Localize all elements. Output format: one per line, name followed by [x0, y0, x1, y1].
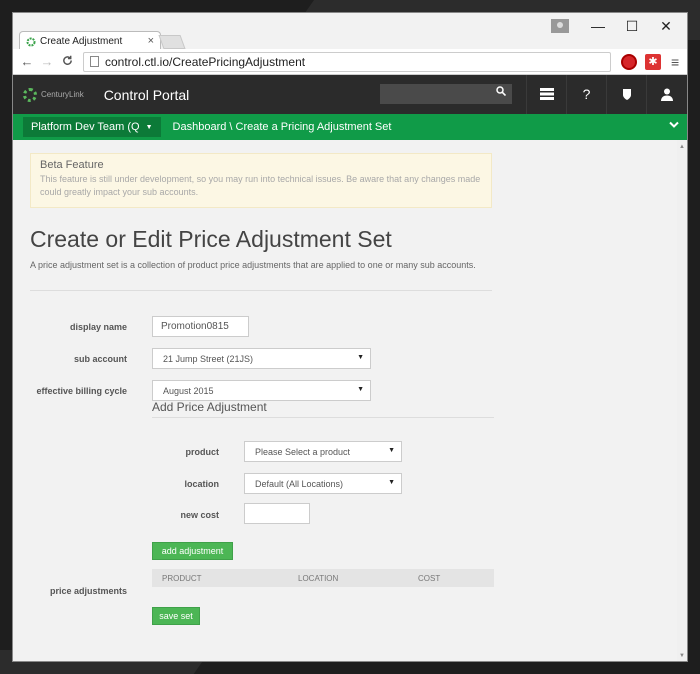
column-header-location: LOCATION: [298, 574, 339, 583]
product-select[interactable]: Please Select a product ▼: [244, 441, 402, 462]
add-price-adjustment-heading: Add Price Adjustment: [152, 400, 267, 414]
profile-icon[interactable]: [551, 19, 569, 33]
page-description: A price adjustment set is a collection o…: [30, 260, 476, 270]
page-title: Create or Edit Price Adjustment Set: [30, 226, 392, 252]
price-adjustments-label: price adjustments: [49, 586, 127, 596]
account-name: Platform Dev Team (Q: [31, 121, 140, 133]
reload-icon: [62, 55, 72, 65]
sub-account-select[interactable]: 21 Jump Street (21JS) ▼: [152, 348, 371, 369]
search-input[interactable]: [380, 84, 512, 104]
tab-close-icon[interactable]: ×: [148, 35, 154, 47]
price-adjustments-table-header: PRODUCT LOCATION COST: [152, 569, 494, 587]
section-divider: [152, 417, 494, 418]
location-select[interactable]: Default (All Locations) ▼: [244, 473, 402, 494]
sub-account-label: sub account: [73, 354, 127, 364]
beta-text: This feature is still under development,…: [40, 174, 481, 197]
centurylink-favicon-icon: [26, 37, 36, 47]
url-text: control.ctl.io/CreatePricingAdjustment: [105, 54, 306, 69]
browser-tab[interactable]: Create Adjustment ×: [19, 31, 161, 51]
beta-title: Beta Feature: [40, 159, 104, 171]
portal-header: CenturyLink Control Portal ?: [13, 75, 687, 114]
billing-cycle-select[interactable]: August 2015 ▼: [152, 380, 371, 401]
tab-strip: Create Adjustment × — ☐ ✕: [13, 13, 687, 51]
queue-icon[interactable]: [526, 75, 566, 114]
search-icon[interactable]: [496, 86, 507, 99]
centurylink-logo[interactable]: CenturyLink: [23, 87, 84, 102]
dropdown-arrow-icon: ▼: [388, 447, 395, 454]
main-content: Beta Feature This feature is still under…: [13, 140, 679, 661]
display-name-input[interactable]: Promotion0815: [152, 316, 249, 337]
location-value: Default (All Locations): [255, 478, 344, 489]
chevron-down-icon[interactable]: [669, 118, 679, 132]
billing-cycle-label: effective billing cycle: [36, 386, 127, 396]
breadcrumb[interactable]: Dashboard \ Create a Pricing Adjustment …: [173, 121, 392, 133]
location-label: location: [184, 479, 219, 489]
forward-button[interactable]: →: [37, 54, 57, 69]
vertical-scrollbar[interactable]: ▲ ▼: [677, 140, 687, 661]
tab-title: Create Adjustment: [40, 36, 123, 47]
dropdown-arrow-icon: ▼: [357, 386, 364, 393]
product-label: product: [185, 447, 220, 457]
page-icon: [90, 56, 99, 67]
maximize-button[interactable]: ☐: [615, 15, 649, 37]
shield-icon[interactable]: [606, 75, 646, 114]
caret-down-icon: ▼: [145, 123, 153, 131]
dropdown-arrow-icon: ▼: [357, 354, 364, 361]
address-bar[interactable]: control.ctl.io/CreatePricingAdjustment: [83, 51, 611, 72]
browser-window: Create Adjustment × — ☐ ✕ ← → control.ct…: [12, 12, 688, 662]
add-adjustment-button[interactable]: add adjustment: [152, 542, 233, 560]
logo-text: CenturyLink: [41, 90, 84, 99]
user-icon[interactable]: [646, 75, 686, 114]
sub-account-value: 21 Jump Street (21JS): [163, 353, 254, 364]
beta-notice: Beta Feature This feature is still under…: [30, 153, 492, 208]
scroll-down-icon[interactable]: ▼: [679, 653, 685, 659]
extension-stop-icon[interactable]: [621, 53, 637, 70]
column-header-cost: COST: [418, 574, 441, 583]
reload-button[interactable]: [57, 54, 77, 69]
dropdown-arrow-icon: ▼: [388, 479, 395, 486]
display-name-label: display name: [69, 322, 127, 332]
new-cost-label: new cost: [180, 510, 219, 520]
column-header-product: PRODUCT: [162, 574, 202, 583]
product-value: Please Select a product: [255, 446, 351, 457]
back-button[interactable]: ←: [17, 54, 37, 69]
minimize-button[interactable]: —: [581, 15, 615, 37]
browser-menu-icon[interactable]: ≡: [671, 54, 679, 70]
save-set-button[interactable]: save set: [152, 607, 200, 625]
account-selector[interactable]: Platform Dev Team (Q ▼: [23, 117, 161, 137]
billing-cycle-value: August 2015: [163, 385, 214, 396]
new-cost-input[interactable]: [244, 503, 310, 524]
browser-toolbar: ← → control.ctl.io/CreatePricingAdjustme…: [13, 49, 687, 75]
scroll-up-icon[interactable]: ▲: [679, 144, 685, 150]
divider: [30, 290, 492, 291]
extension-badge-icon[interactable]: ✱: [645, 53, 661, 70]
account-nav-bar: Platform Dev Team (Q ▼ Dashboard \ Creat…: [13, 114, 687, 140]
portal-title: Control Portal: [103, 86, 190, 103]
help-icon[interactable]: ?: [566, 75, 606, 114]
logo-icon: [23, 87, 37, 102]
close-window-button[interactable]: ✕: [649, 15, 683, 37]
new-tab-button[interactable]: [158, 35, 186, 49]
window-controls: — ☐ ✕: [551, 15, 683, 37]
